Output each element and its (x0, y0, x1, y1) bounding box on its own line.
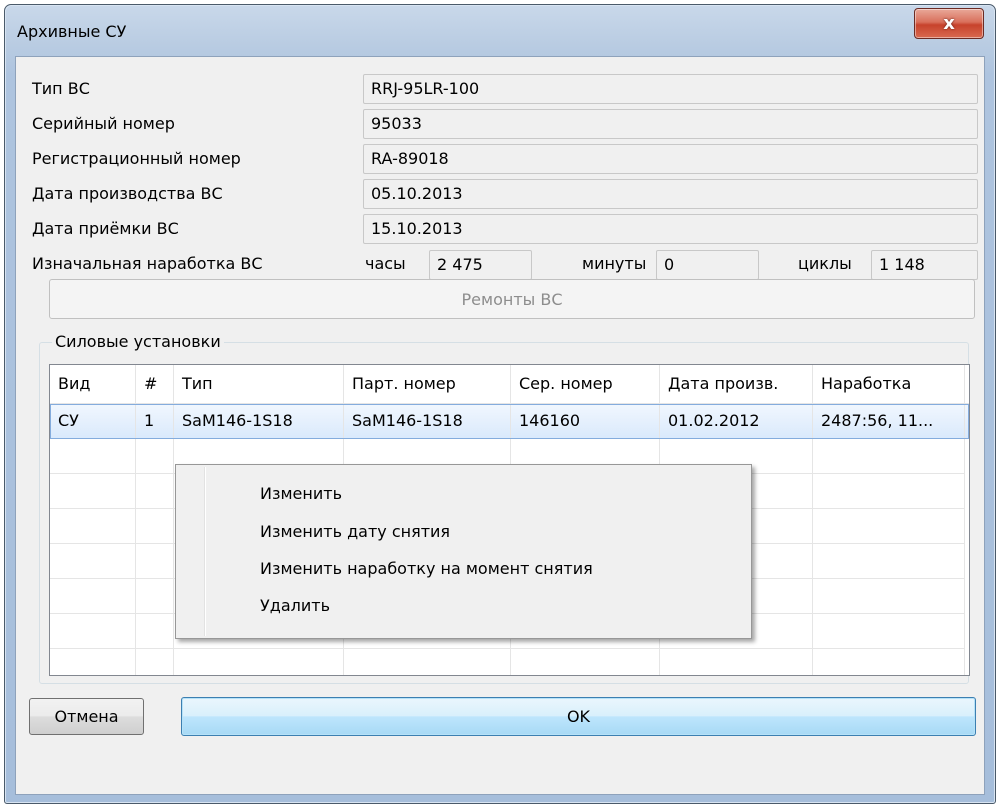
menu-item-edit-removal-date[interactable]: Изменить дату снятия (178, 518, 749, 550)
context-menu: Изменить Изменить дату снятия Изменить н… (175, 464, 752, 639)
cell-prod-date: 01.02.2012 (660, 404, 813, 439)
column-header-type[interactable]: Тип (174, 365, 344, 403)
close-button[interactable]: x (914, 8, 984, 39)
cycles-label: циклы (798, 254, 852, 273)
cycles-field[interactable]: 1 148 (871, 250, 978, 280)
menu-item-delete[interactable]: Удалить (178, 592, 749, 624)
hours-field[interactable]: 2 475 (429, 250, 532, 280)
repairs-button[interactable]: Ремонты ВС (49, 279, 975, 319)
menu-item-edit[interactable]: Изменить (178, 480, 749, 512)
accept-date-field[interactable]: 15.10.2013 (363, 214, 978, 244)
accept-date-label: Дата приёмки ВС (32, 219, 179, 238)
column-header-part-number[interactable]: Парт. номер (344, 365, 511, 403)
close-icon: x (943, 13, 955, 34)
empty-row (50, 649, 969, 675)
window-title: Архивные СУ (17, 22, 127, 41)
power-units-group-title: Силовые установки (52, 332, 224, 351)
dialog-window: Архивные СУ x Тип ВС RRJ-95LR-100 Серийн… (4, 4, 996, 804)
table-header: Вид # Тип Парт. номер Сер. номер Дата пр… (50, 365, 969, 404)
column-header-number[interactable]: # (136, 365, 174, 403)
title-bar[interactable]: Архивные СУ x (5, 5, 995, 55)
cancel-button[interactable]: Отмена (29, 698, 144, 735)
initial-hours-label: Изначальная наработка ВС (32, 254, 263, 273)
minutes-label: минуты (582, 254, 647, 273)
cell-serial-number: 146160 (511, 404, 660, 439)
cell-part-number: SaM146-1S18 (344, 404, 511, 439)
cell-kind: СУ (50, 404, 136, 439)
menu-item-edit-runtime-at-removal[interactable]: Изменить наработку на момент снятия (178, 555, 749, 587)
cell-type: SaM146-1S18 (174, 404, 344, 439)
reg-label: Регистрационный номер (32, 149, 241, 168)
table-row[interactable]: СУ 1 SaM146-1S18 SaM146-1S18 146160 01.0… (50, 404, 969, 439)
ok-button[interactable]: OK (181, 697, 976, 736)
prod-date-label: Дата производства ВС (32, 184, 223, 203)
cell-number: 1 (136, 404, 174, 439)
type-field[interactable]: RRJ-95LR-100 (363, 74, 978, 104)
column-header-kind[interactable]: Вид (50, 365, 136, 403)
serial-label: Серийный номер (32, 114, 175, 133)
type-label: Тип ВС (32, 79, 90, 98)
reg-field[interactable]: RA-89018 (363, 144, 978, 174)
prod-date-field[interactable]: 05.10.2013 (363, 179, 978, 209)
column-header-serial-number[interactable]: Сер. номер (511, 365, 660, 403)
hours-label: часы (365, 254, 406, 273)
column-header-runtime[interactable]: Наработка (813, 365, 965, 403)
column-header-prod-date[interactable]: Дата произв. (660, 365, 813, 403)
serial-field[interactable]: 95033 (363, 109, 978, 139)
cell-runtime: 2487:56, 11... (813, 404, 965, 439)
minutes-field[interactable]: 0 (656, 250, 759, 280)
